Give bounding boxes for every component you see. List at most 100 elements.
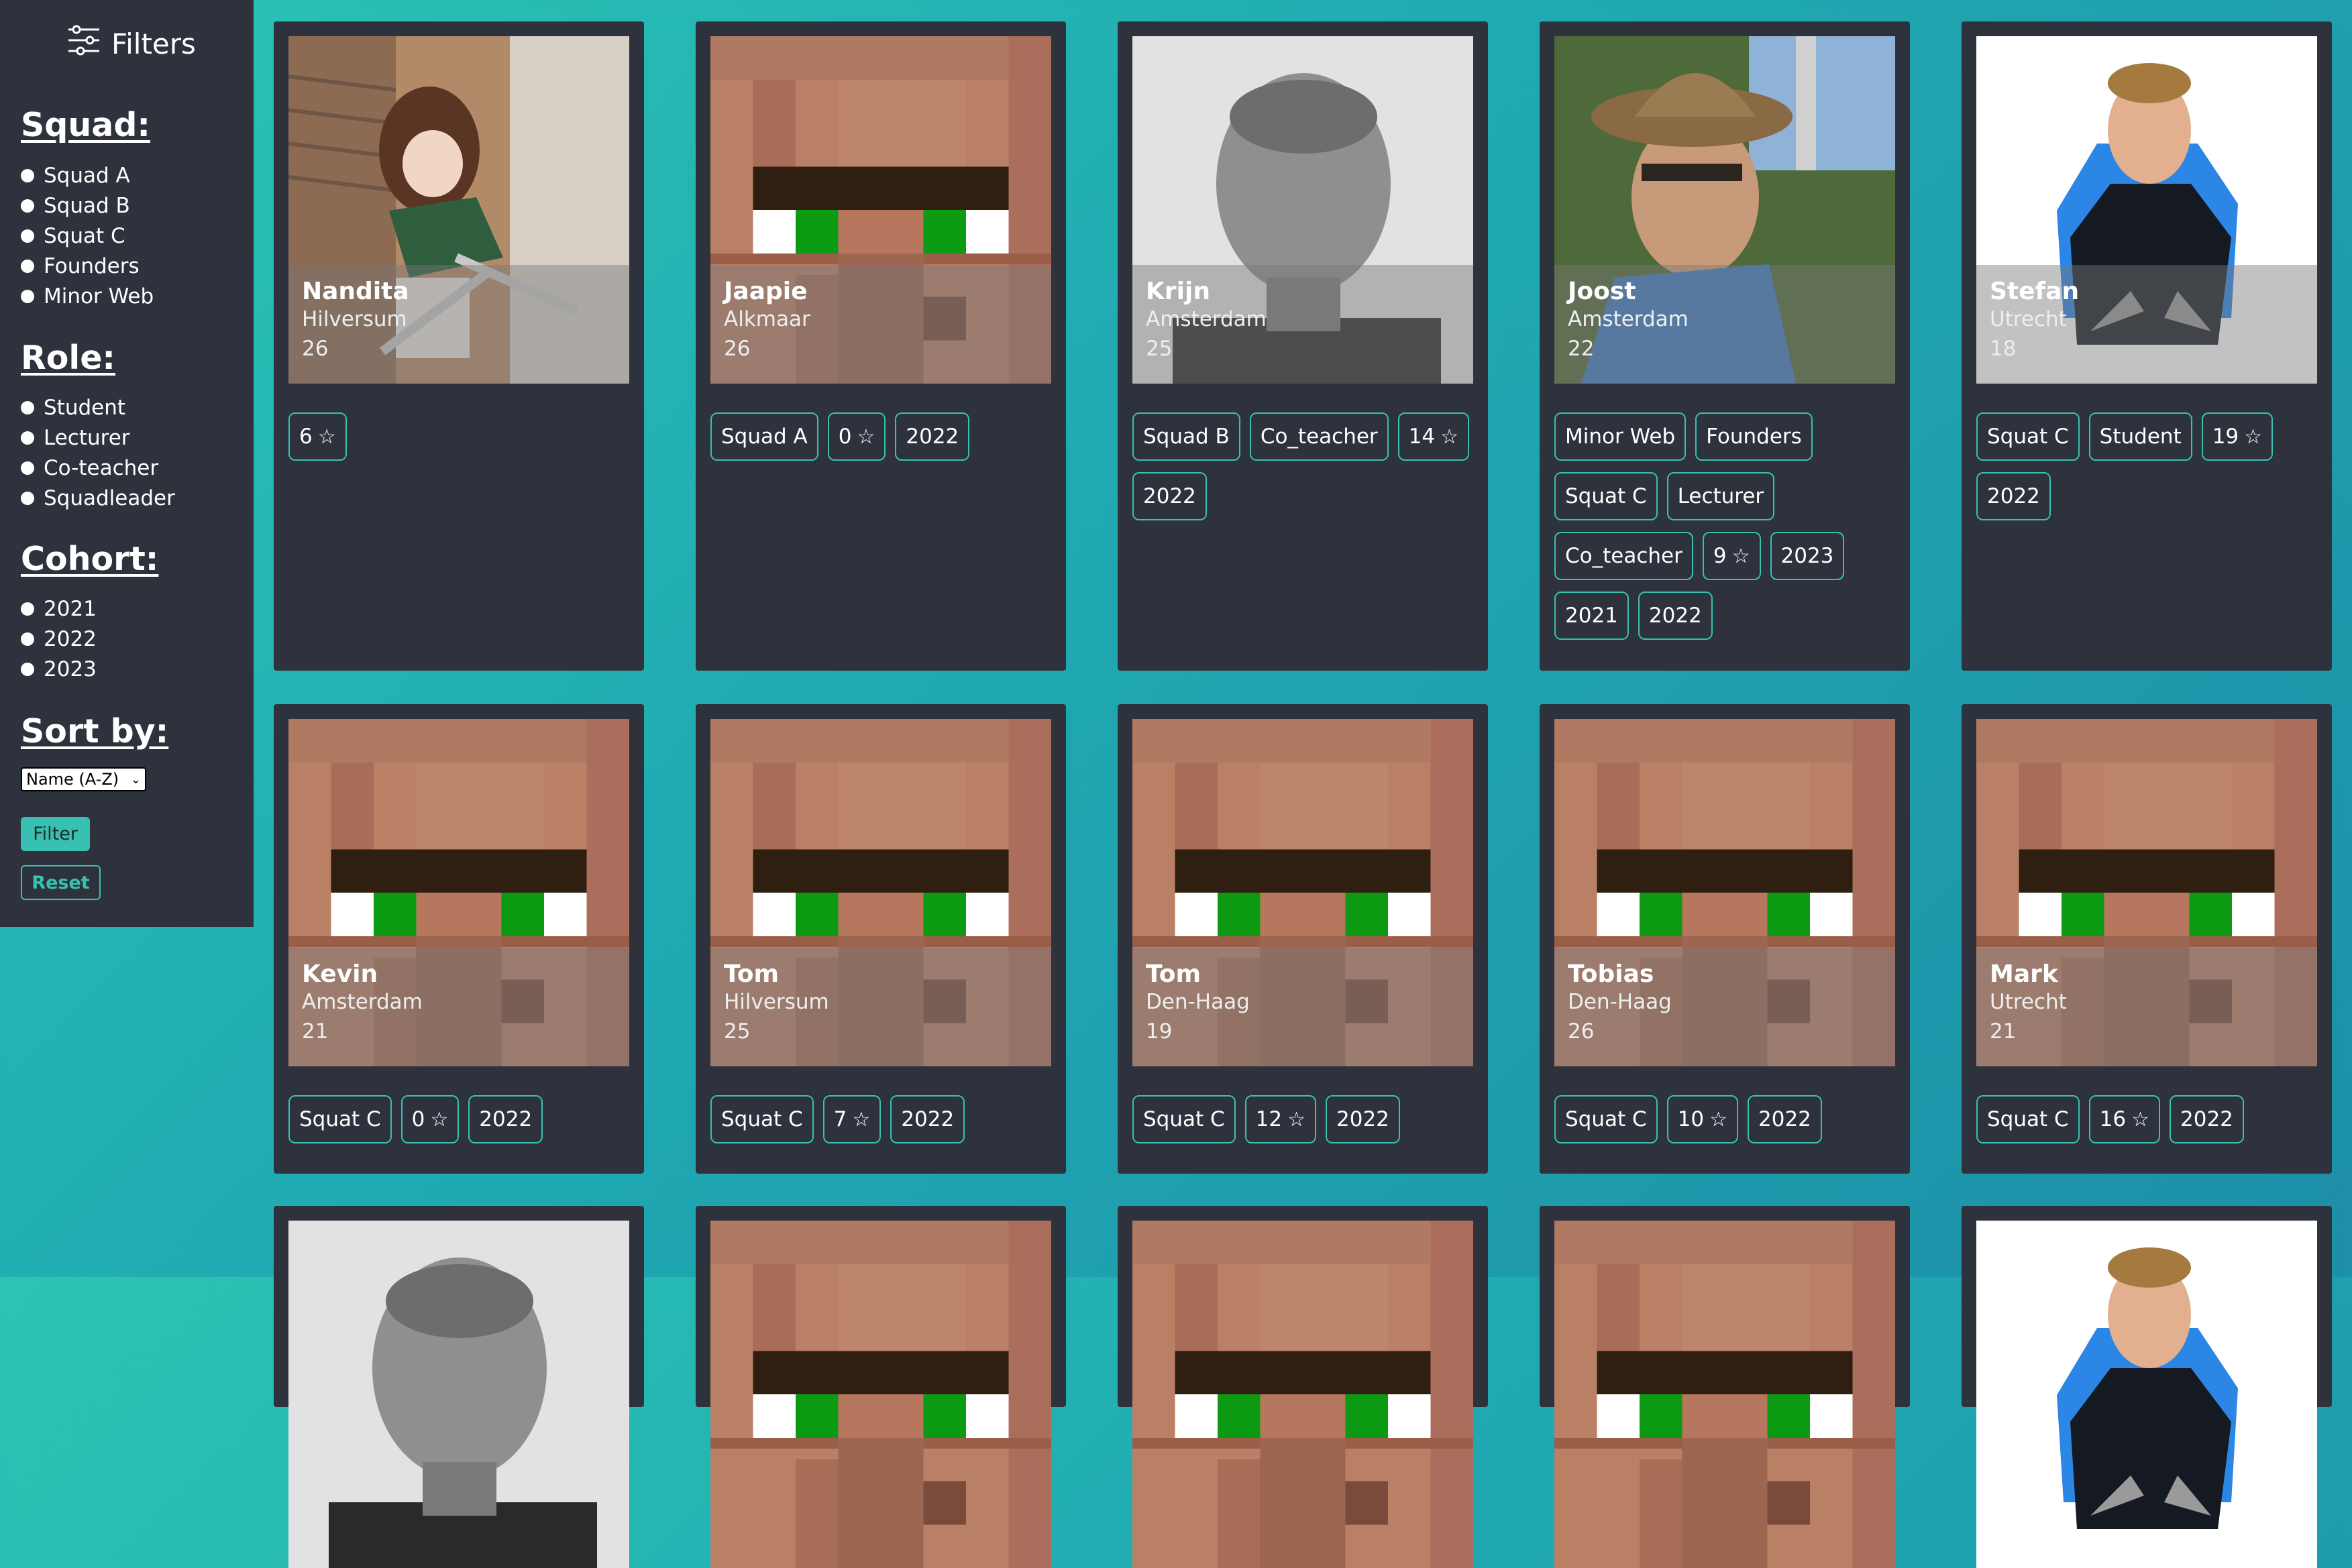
profile-photo: Tom Hilversum 25 (710, 719, 1051, 1066)
profile-age: 25 (1146, 337, 1173, 361)
role-option[interactable]: Student (21, 396, 125, 420)
squad-option[interactable]: Squad A (21, 164, 130, 188)
tag: Squad B (1132, 412, 1240, 461)
star-outline-icon[interactable]: ☆ (852, 1108, 870, 1131)
radio-button[interactable] (21, 461, 34, 475)
profile-card[interactable]: Tom Hilversum 25 Squat C 7 ☆ 2022 (696, 704, 1066, 1174)
squad-option[interactable]: Minor Web (21, 284, 154, 309)
star-count-tag: 0 ☆ (400, 1095, 460, 1143)
reset-button[interactable]: Reset (21, 865, 101, 900)
profile-card[interactable] (1540, 1206, 1910, 1568)
squad-option-label: Squad B (44, 194, 130, 218)
tag: Co_teacher (1249, 412, 1389, 461)
profile-city: Hilversum (302, 307, 407, 331)
profile-card[interactable] (1962, 1206, 2332, 1568)
profile-card[interactable]: Joost Amsterdam 22 Minor Web Founders Squat C… (1540, 21, 1910, 671)
profile-name: Stefan (1990, 278, 2080, 305)
radio-button[interactable] (21, 199, 34, 213)
star-outline-icon[interactable]: ☆ (318, 425, 336, 449)
sort-selected-value: Name (A-Z) (26, 770, 119, 789)
cohort-option[interactable]: 2023 (21, 657, 97, 681)
tag-label: 9 (1713, 544, 1727, 568)
radio-button[interactable] (21, 632, 34, 646)
radio-button[interactable] (21, 260, 34, 273)
radio-button[interactable] (21, 663, 34, 676)
profile-photo: Jaapie Alkmaar 26 (710, 36, 1051, 384)
tag-label: Squad A (721, 425, 808, 449)
tag-label: Minor Web (1565, 425, 1676, 449)
profile-card[interactable]: Kevin Amsterdam 21 Squat C 0 ☆ 2022 (274, 704, 644, 1174)
tag-label: Squat C (1987, 1107, 2069, 1131)
tag-list: Squat C 0 ☆ 2022 (288, 1095, 637, 1143)
profile-card[interactable] (1118, 1206, 1488, 1568)
tag-label: 2022 (1648, 604, 1702, 628)
star-outline-icon[interactable]: ☆ (430, 1108, 448, 1131)
tag-label: 6 (299, 425, 313, 449)
star-outline-icon[interactable]: ☆ (1440, 425, 1458, 449)
cohort-option[interactable]: 2022 (21, 627, 97, 651)
tag-label: 2021 (1565, 604, 1618, 628)
tag-label: 2022 (479, 1107, 533, 1131)
profile-city: Alkmaar (724, 307, 810, 331)
profile-card[interactable] (274, 1206, 644, 1568)
star-outline-icon[interactable]: ☆ (1732, 545, 1750, 568)
radio-button[interactable] (21, 229, 34, 243)
star-count-tag: 12 ☆ (1244, 1095, 1317, 1143)
tag-label: 2022 (1336, 1107, 1389, 1131)
profile-card[interactable]: Jaapie Alkmaar 26 Squad A 0 ☆ 2022 (696, 21, 1066, 671)
squad-option-label: Minor Web (44, 284, 154, 309)
star-outline-icon[interactable]: ☆ (2244, 425, 2262, 449)
role-option-label: Lecturer (44, 426, 130, 450)
profile-card[interactable]: Mark Utrecht 21 Squat C 16 ☆ 2022 (1962, 704, 2332, 1174)
role-option-label: Squadleader (44, 486, 175, 510)
tag-list: Squad B Co_teacher 14 ☆ 2022 (1132, 412, 1481, 520)
tag-label: Founders (1706, 425, 1802, 449)
profile-card[interactable]: Tobias Den-Haag 26 Squat C 10 ☆ 2022 (1540, 704, 1910, 1174)
tag-label: Student (2099, 425, 2182, 449)
star-outline-icon[interactable]: ☆ (857, 425, 875, 449)
role-option[interactable]: Co-teacher (21, 456, 158, 480)
profile-card[interactable]: Nandita Hilversum 26 6 ☆ (274, 21, 644, 671)
star-outline-icon[interactable]: ☆ (2131, 1108, 2149, 1131)
tag: Squat C (710, 1095, 814, 1143)
tag-label: Squat C (299, 1107, 381, 1131)
tag-label: Lecturer (1677, 484, 1764, 508)
squad-option[interactable]: Squat C (21, 224, 125, 248)
tag: Student (2088, 412, 2192, 461)
profile-card[interactable] (696, 1206, 1066, 1568)
profile-card[interactable]: Tom Den-Haag 19 Squat C 12 ☆ 2022 (1118, 704, 1488, 1174)
profile-name: Mark (1990, 960, 2058, 988)
role-option-label: Co-teacher (44, 456, 159, 480)
tag: Minor Web (1554, 412, 1687, 461)
profile-age: 18 (1990, 337, 2017, 361)
profile-card[interactable]: Krijn Amsterdam 25 Squad B Co_teacher 14 ☆ 2022 (1118, 21, 1488, 671)
radio-button[interactable] (21, 401, 34, 414)
tag: Squat C (1554, 472, 1658, 520)
role-option[interactable]: Squadleader (21, 486, 175, 510)
cohort-option-label: 2021 (44, 597, 97, 621)
cohort-heading: Cohort: (21, 540, 159, 578)
tag-list: Squat C 16 ☆ 2022 (1976, 1095, 2325, 1143)
star-count-tag: 19 ☆ (2201, 412, 2274, 461)
radio-button[interactable] (21, 492, 34, 505)
radio-button[interactable] (21, 290, 34, 303)
profile-name: Tobias (1568, 960, 1654, 988)
radio-button[interactable] (21, 431, 34, 445)
cohort-option[interactable]: 2021 (21, 597, 97, 621)
profile-card[interactable]: Stefan Utrecht 18 Squat C Student 19 ☆ 2022 (1962, 21, 2332, 671)
role-option[interactable]: Lecturer (21, 426, 130, 450)
profile-age: 21 (1990, 1019, 2017, 1044)
profile-photo (1132, 1221, 1473, 1568)
star-outline-icon[interactable]: ☆ (1709, 1108, 1727, 1131)
radio-button[interactable] (21, 602, 34, 616)
squad-option[interactable]: Squad B (21, 194, 130, 218)
filter-button[interactable]: Filter (21, 817, 90, 851)
squad-option[interactable]: Founders (21, 254, 140, 278)
profile-age: 26 (724, 337, 751, 361)
tag-label: Squad B (1143, 425, 1230, 449)
star-outline-icon[interactable]: ☆ (1287, 1108, 1305, 1131)
radio-button[interactable] (21, 169, 34, 182)
sort-select[interactable]: Name (A-Z) ⌄ (21, 767, 146, 791)
filters-sidebar: Filters Squad: Squad A Squad B Squat C Foun… (0, 0, 254, 927)
tag: Squat C (288, 1095, 392, 1143)
